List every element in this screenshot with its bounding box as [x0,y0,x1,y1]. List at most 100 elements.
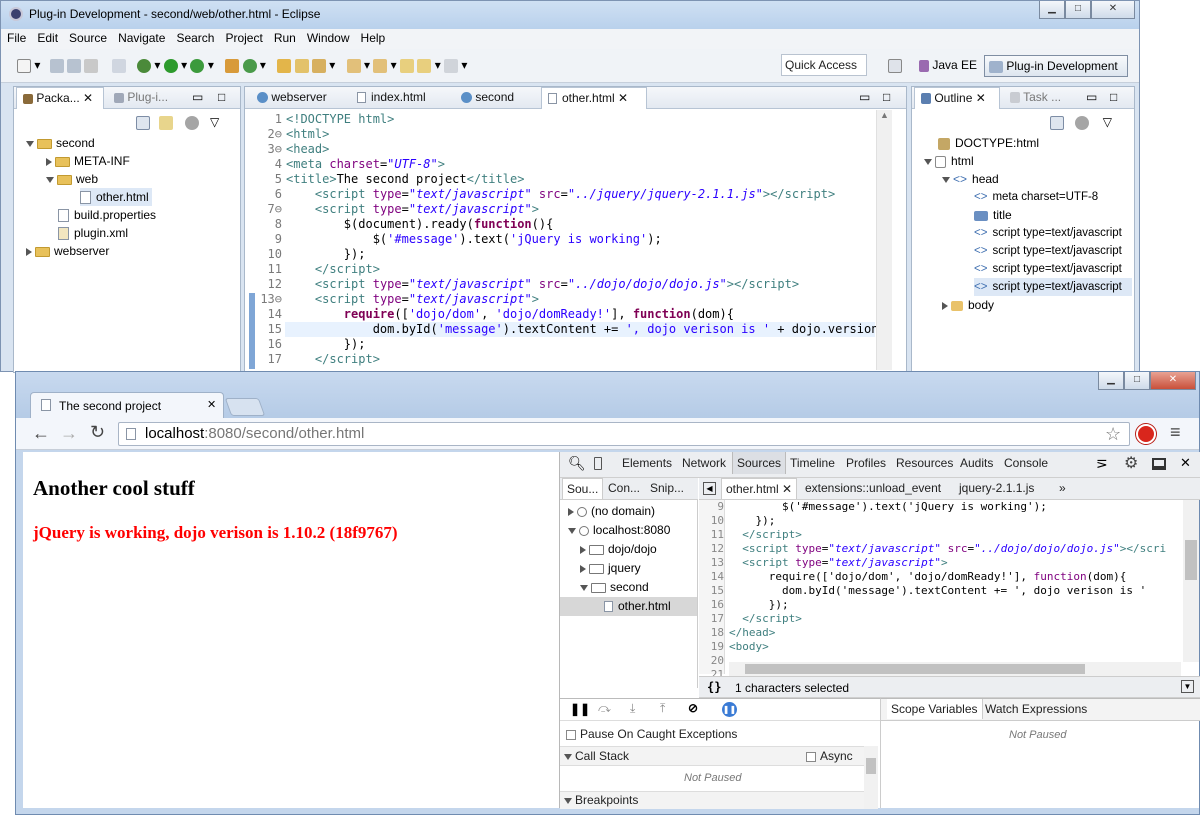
menu-file[interactable]: File [1,29,31,45]
outline-script-4[interactable]: <> script type=text/javascript [974,278,1132,296]
tab-webserver[interactable]: webserver [251,87,333,109]
close-icon[interactable]: ✕ [618,91,628,105]
devtools-code[interactable]: $('#message').text('jQuery is working');… [729,500,1179,664]
expand-icon[interactable] [26,140,34,147]
perspective-plugin-development[interactable]: Plug-in Development [984,55,1128,77]
menu-run[interactable]: Run [268,29,301,45]
outline-script-3[interactable]: <> script type=text/javascript [974,260,1132,278]
async-toggle[interactable]: Async [806,749,853,763]
breakpoints-header[interactable]: Breakpoints [560,791,864,809]
pause-on-exceptions-icon[interactable]: ❚❚ [722,702,737,717]
drawer-toggle-icon[interactable]: ▼ [1181,680,1194,693]
tab-profiles[interactable]: Profiles [842,452,890,474]
page-info-icon[interactable] [126,428,136,440]
bookmark-star-icon[interactable]: ☆ [1105,423,1121,445]
open-type-icon[interactable] [277,58,292,73]
browser-close-button[interactable]: ✕ [1150,372,1196,390]
tab-audits[interactable]: Audits [956,452,997,474]
device-mode-icon[interactable] [594,457,602,470]
perspective-java-ee[interactable]: Java EE [915,55,981,77]
inspect-search-icon[interactable]: 🔍︎ [568,455,586,472]
tree-item-web[interactable]: web [46,170,98,188]
async-checkbox[interactable] [806,751,816,762]
outline-meta[interactable]: <> meta charset=UTF-8 [974,188,1098,206]
minimize-view-icon[interactable]: ▭ [859,90,870,104]
back-icon[interactable] [417,58,432,73]
file-tab-jquery[interactable]: jquery-2.1.1.js [955,478,1038,498]
next-annotation-icon[interactable] [346,58,361,73]
last-edit-icon[interactable] [400,58,415,73]
collapse-all-icon[interactable] [136,115,150,130]
refresh-icon[interactable] [242,58,257,73]
outline-title[interactable]: title [974,206,1012,224]
menu-window[interactable]: Window [301,29,355,45]
tab-watch-expressions[interactable]: Watch Expressions [981,699,1091,719]
reload-icon[interactable]: ↻ [90,422,105,443]
minimize-view-icon[interactable]: ▭ [1086,90,1097,104]
close-icon[interactable]: ✕ [976,91,986,105]
prev-annotation-icon[interactable] [373,58,388,73]
expand-icon[interactable] [924,158,932,165]
print-icon[interactable] [84,58,99,73]
collapse-all-icon[interactable] [1050,115,1064,130]
nav-tab-content-scripts[interactable]: Con... [604,478,644,498]
open-perspective-icon[interactable] [888,59,902,73]
browser-minimize-button[interactable]: ▁ [1098,372,1124,390]
maximize-view-icon[interactable]: □ [218,90,225,104]
save-all-icon[interactable] [67,58,82,73]
outline-doctype[interactable]: DOCTYPE:html [938,134,1039,152]
extension-stop-icon[interactable] [1136,424,1156,444]
outline-body[interactable]: body [942,296,994,314]
tree-item-second[interactable]: second [26,134,95,152]
pretty-print-icon[interactable]: {} [707,680,721,694]
browser-maximize-button[interactable]: □ [1124,372,1150,390]
pause-caught-checkbox[interactable] [566,729,576,740]
nav-localhost[interactable]: localhost:8080 [568,521,670,540]
outline-html[interactable]: html [924,152,974,170]
tree-item-meta-inf[interactable]: META-INF [46,152,130,170]
close-devtools-icon[interactable]: ✕ [1180,455,1191,471]
collapse-icon[interactable] [580,545,586,554]
outline-script-2[interactable]: <> script type=text/javascript [974,242,1132,260]
new-plugin-icon[interactable] [225,58,240,73]
tab-scope-variables[interactable]: Scope Variables [887,699,983,719]
sidebar-scrollbar[interactable] [864,746,878,809]
nav-second[interactable]: second [580,578,649,597]
tab-second[interactable]: second [455,87,520,109]
new-tab-button[interactable] [224,398,266,416]
pause-icon[interactable]: ❚❚ [570,702,590,716]
debug-icon[interactable] [137,58,152,73]
maximize-button[interactable]: □ [1065,1,1091,19]
nav-dojo[interactable]: dojo/dojo [580,540,657,559]
close-icon[interactable]: ✕ [782,482,792,496]
dock-side-icon[interactable] [1152,458,1166,470]
tab-elements[interactable]: Elements [618,452,676,474]
maximize-view-icon[interactable]: □ [1110,90,1117,104]
menu-help[interactable]: Help [355,29,391,45]
collapse-icon[interactable] [580,564,586,573]
tab-sources[interactable]: Sources [732,452,787,474]
nav-tab-snippets[interactable]: Snip... [646,478,688,498]
toggle-navigator-icon[interactable]: ◀ [703,482,716,495]
nav-tab-sources[interactable]: Sou... [562,478,604,499]
tree-item-webserver[interactable]: webserver [26,242,109,260]
minimize-view-icon[interactable]: ▭ [192,90,203,104]
menu-edit[interactable]: Edit [31,29,63,45]
link-editor-icon[interactable] [159,115,174,130]
minimize-button[interactable]: ▁ [1039,1,1065,19]
outline-script-1[interactable]: <> script type=text/javascript [974,224,1132,242]
devtools-vscrollbar[interactable] [1183,500,1199,662]
menu-source[interactable]: Source [63,29,112,45]
search-tool-icon[interactable] [311,58,326,73]
collapse-icon[interactable] [46,157,52,166]
tab-task-list[interactable]: Task ... [1004,87,1067,109]
expand-icon[interactable] [580,584,588,591]
tab-plugins[interactable]: Plug-i... [108,87,174,109]
settings-gear-icon[interactable]: ⚙ [1124,453,1138,473]
outline-head[interactable]: <> head [942,170,999,188]
console-drawer-icon[interactable]: ⋝ [1096,455,1108,472]
tab-console[interactable]: Console [1000,452,1052,474]
nav-no-domain[interactable]: (no domain) [568,502,655,521]
quick-access-input[interactable]: Quick Access [781,54,867,76]
tab-outline[interactable]: Outline ✕ [914,87,1000,109]
